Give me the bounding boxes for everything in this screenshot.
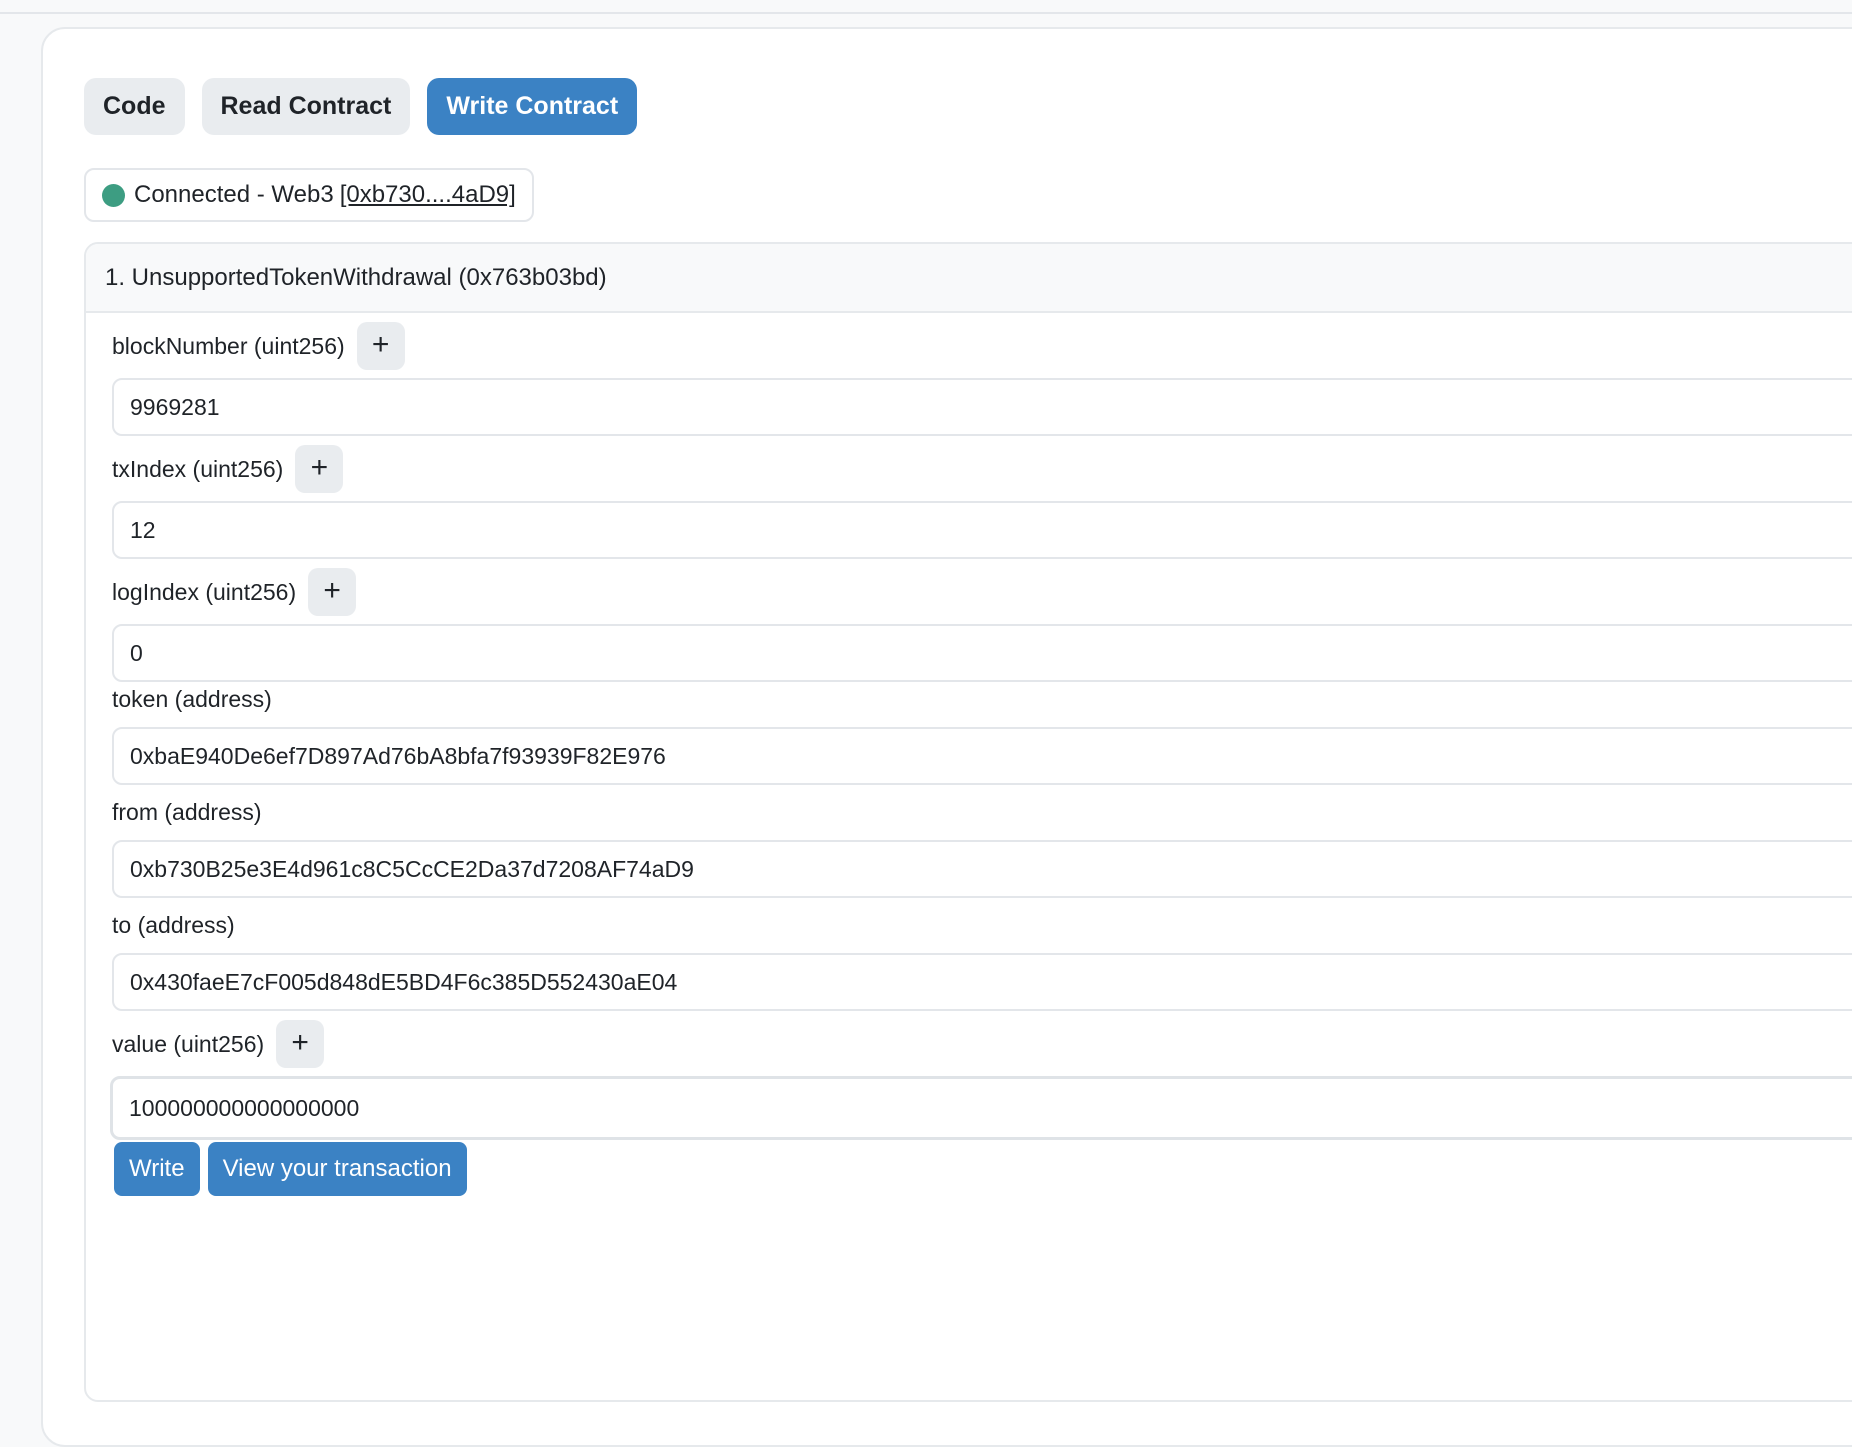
- connected-address-link[interactable]: [0xb730....4aD9]: [340, 181, 516, 209]
- method-title: 1. UnsupportedTokenWithdrawal (0x763b03b…: [105, 263, 607, 291]
- txindex-input[interactable]: [112, 501, 1852, 559]
- token-input[interactable]: [112, 727, 1852, 785]
- value-input[interactable]: [110, 1076, 1852, 1140]
- field-label: blockNumber (uint256): [112, 332, 345, 359]
- field-blocknumber: blockNumber (uint256) +: [112, 322, 1852, 436]
- plus-icon: +: [310, 450, 329, 484]
- field-to: to (address): [112, 910, 1852, 1011]
- contract-card: Code Read Contract Write Contract Connec…: [41, 27, 1852, 1447]
- from-input[interactable]: [112, 840, 1852, 898]
- blocknumber-input[interactable]: [112, 378, 1852, 436]
- method-header[interactable]: 1. UnsupportedTokenWithdrawal (0x763b03b…: [86, 244, 1852, 313]
- contract-tabs: Code Read Contract Write Contract: [84, 78, 638, 135]
- add-logindex-button[interactable]: +: [308, 568, 357, 616]
- add-blocknumber-button[interactable]: +: [356, 322, 405, 370]
- method-panel: 1. UnsupportedTokenWithdrawal (0x763b03b…: [84, 242, 1852, 1402]
- field-label: logIndex (uint256): [112, 578, 297, 605]
- write-button[interactable]: Write: [114, 1142, 200, 1196]
- plus-icon: +: [371, 327, 390, 361]
- add-value-button[interactable]: +: [276, 1020, 325, 1068]
- field-from: from (address): [112, 797, 1852, 898]
- plus-icon: +: [323, 573, 341, 607]
- connection-status: Connected - Web3 [0xb730....4aD9]: [84, 168, 534, 222]
- field-label: txIndex (uint256): [112, 455, 284, 482]
- field-label: to (address): [112, 911, 235, 938]
- to-input[interactable]: [112, 953, 1852, 1011]
- add-txindex-button[interactable]: +: [295, 445, 344, 493]
- field-label: token (address): [112, 685, 272, 712]
- field-label: from (address): [112, 798, 262, 825]
- field-label: value (uint256): [112, 1030, 265, 1057]
- field-logindex: logIndex (uint256) +: [112, 568, 1852, 682]
- field-txindex: txIndex (uint256) +: [112, 445, 1852, 559]
- tab-write-contract[interactable]: Write Contract: [427, 78, 638, 135]
- connection-status-text: Connected - Web3: [134, 181, 334, 208]
- tab-code[interactable]: Code: [84, 78, 185, 135]
- field-value: value (uint256) +: [110, 1020, 1852, 1140]
- action-buttons: Write View your transaction: [114, 1142, 467, 1196]
- plus-icon: +: [291, 1025, 309, 1059]
- tab-read-contract[interactable]: Read Contract: [201, 78, 411, 135]
- view-transaction-button[interactable]: View your transaction: [207, 1142, 467, 1196]
- top-border: [0, 0, 1852, 14]
- field-token: token (address): [112, 684, 1852, 785]
- logindex-input[interactable]: [112, 624, 1852, 682]
- connected-dot-icon: [102, 183, 125, 207]
